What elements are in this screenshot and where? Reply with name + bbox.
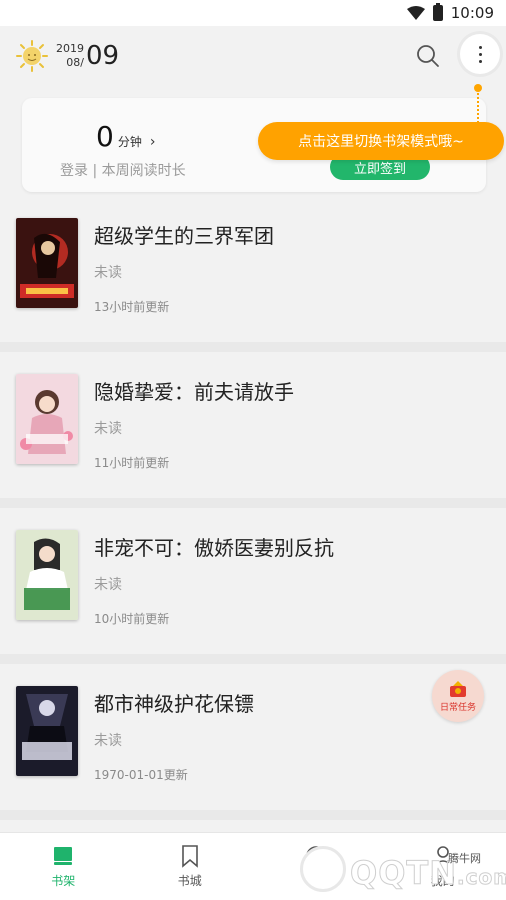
book-status: 未读 (94, 733, 122, 749)
book-item[interactable]: 隐婚挚爱：前夫请放手 未读 11小时前更新 (0, 362, 506, 508)
library-icon (306, 846, 327, 866)
daily-task-button[interactable]: 日常任务 (432, 670, 484, 722)
tab-bookshelf[interactable]: 书架 (0, 833, 127, 900)
status-time: 10:09 (450, 4, 494, 22)
tab-label: 书库 (304, 874, 329, 888)
book-updated: 10小时前更新 (94, 612, 170, 626)
profile-icon (433, 846, 453, 867)
status-bar: 10:09 (0, 0, 506, 26)
chevron-right-icon: › (149, 134, 156, 150)
switch-mode-tooltip[interactable]: 点击这里切换书架模式哦~ (258, 122, 504, 160)
bookmark-icon (181, 845, 198, 868)
book-item[interactable]: 非宠不可：傲娇医妻别反抗 未读 10小时前更新 (0, 518, 506, 664)
minutes-unit: 分钟 (117, 135, 142, 149)
tab-label: 书城 (177, 874, 202, 888)
book-title: 都市神级护花保镖 (94, 692, 254, 716)
bookshelf-screen: 2019 08/ 09 0 分钟 › 登录 | 本周阅读时长 立即签到 点击这里… (0, 26, 506, 832)
book-title: 隐婚挚爱：前夫请放手 (94, 380, 294, 404)
book-cover[interactable] (16, 218, 78, 308)
tab-library[interactable]: 书库 (253, 833, 380, 900)
date-year: 2019 (56, 42, 84, 55)
search-icon[interactable] (414, 42, 442, 70)
tooltip-dot (474, 84, 482, 92)
reading-minutes[interactable]: 0 分钟 › (96, 120, 155, 153)
book-status: 未读 (94, 421, 122, 437)
bottom-tab-bar: 书架 书城 书库 我的 (0, 832, 506, 900)
book-cover[interactable] (16, 686, 78, 776)
crown-icon (450, 680, 466, 697)
tab-label: 书架 (51, 874, 76, 888)
book-updated: 11小时前更新 (94, 456, 170, 470)
more-menu-button[interactable] (460, 34, 500, 74)
tab-bookstore[interactable]: 书城 (127, 833, 254, 900)
book-status: 未读 (94, 265, 122, 281)
date-month: 08/ (66, 56, 84, 69)
login-reading-label[interactable]: 登录 | 本周阅读时长 (60, 160, 186, 180)
weather-sun-icon[interactable] (16, 40, 48, 72)
book-status: 未读 (94, 577, 122, 593)
more-dots-icon (478, 45, 482, 49)
date-year-month: 2019 08/ (56, 42, 84, 70)
minutes-value: 0 (96, 120, 114, 153)
daily-task-label: 日常任务 (439, 702, 476, 713)
date-day: 09 (86, 41, 120, 71)
bookshelf-icon (54, 847, 73, 865)
book-title: 非宠不可：傲娇医妻别反抗 (94, 536, 334, 560)
book-title: 超级学生的三界军团 (94, 224, 274, 248)
wifi-icon (406, 6, 425, 20)
tooltip-connector (477, 86, 479, 126)
book-item[interactable]: 都市神级护花保镖 未读 1970-01-01更新 (0, 674, 506, 820)
book-updated: 1970-01-01更新 (94, 768, 188, 782)
book-cover[interactable] (16, 530, 78, 620)
tab-profile[interactable]: 我的 (380, 833, 506, 900)
book-cover[interactable] (16, 374, 78, 464)
battery-icon (432, 3, 443, 21)
book-updated: 13小时前更新 (94, 300, 170, 314)
book-item[interactable]: 超级学生的三界军团 未读 13小时前更新 (0, 206, 506, 352)
tab-label: 我的 (430, 874, 455, 888)
top-bar: 2019 08/ 09 (0, 26, 506, 86)
